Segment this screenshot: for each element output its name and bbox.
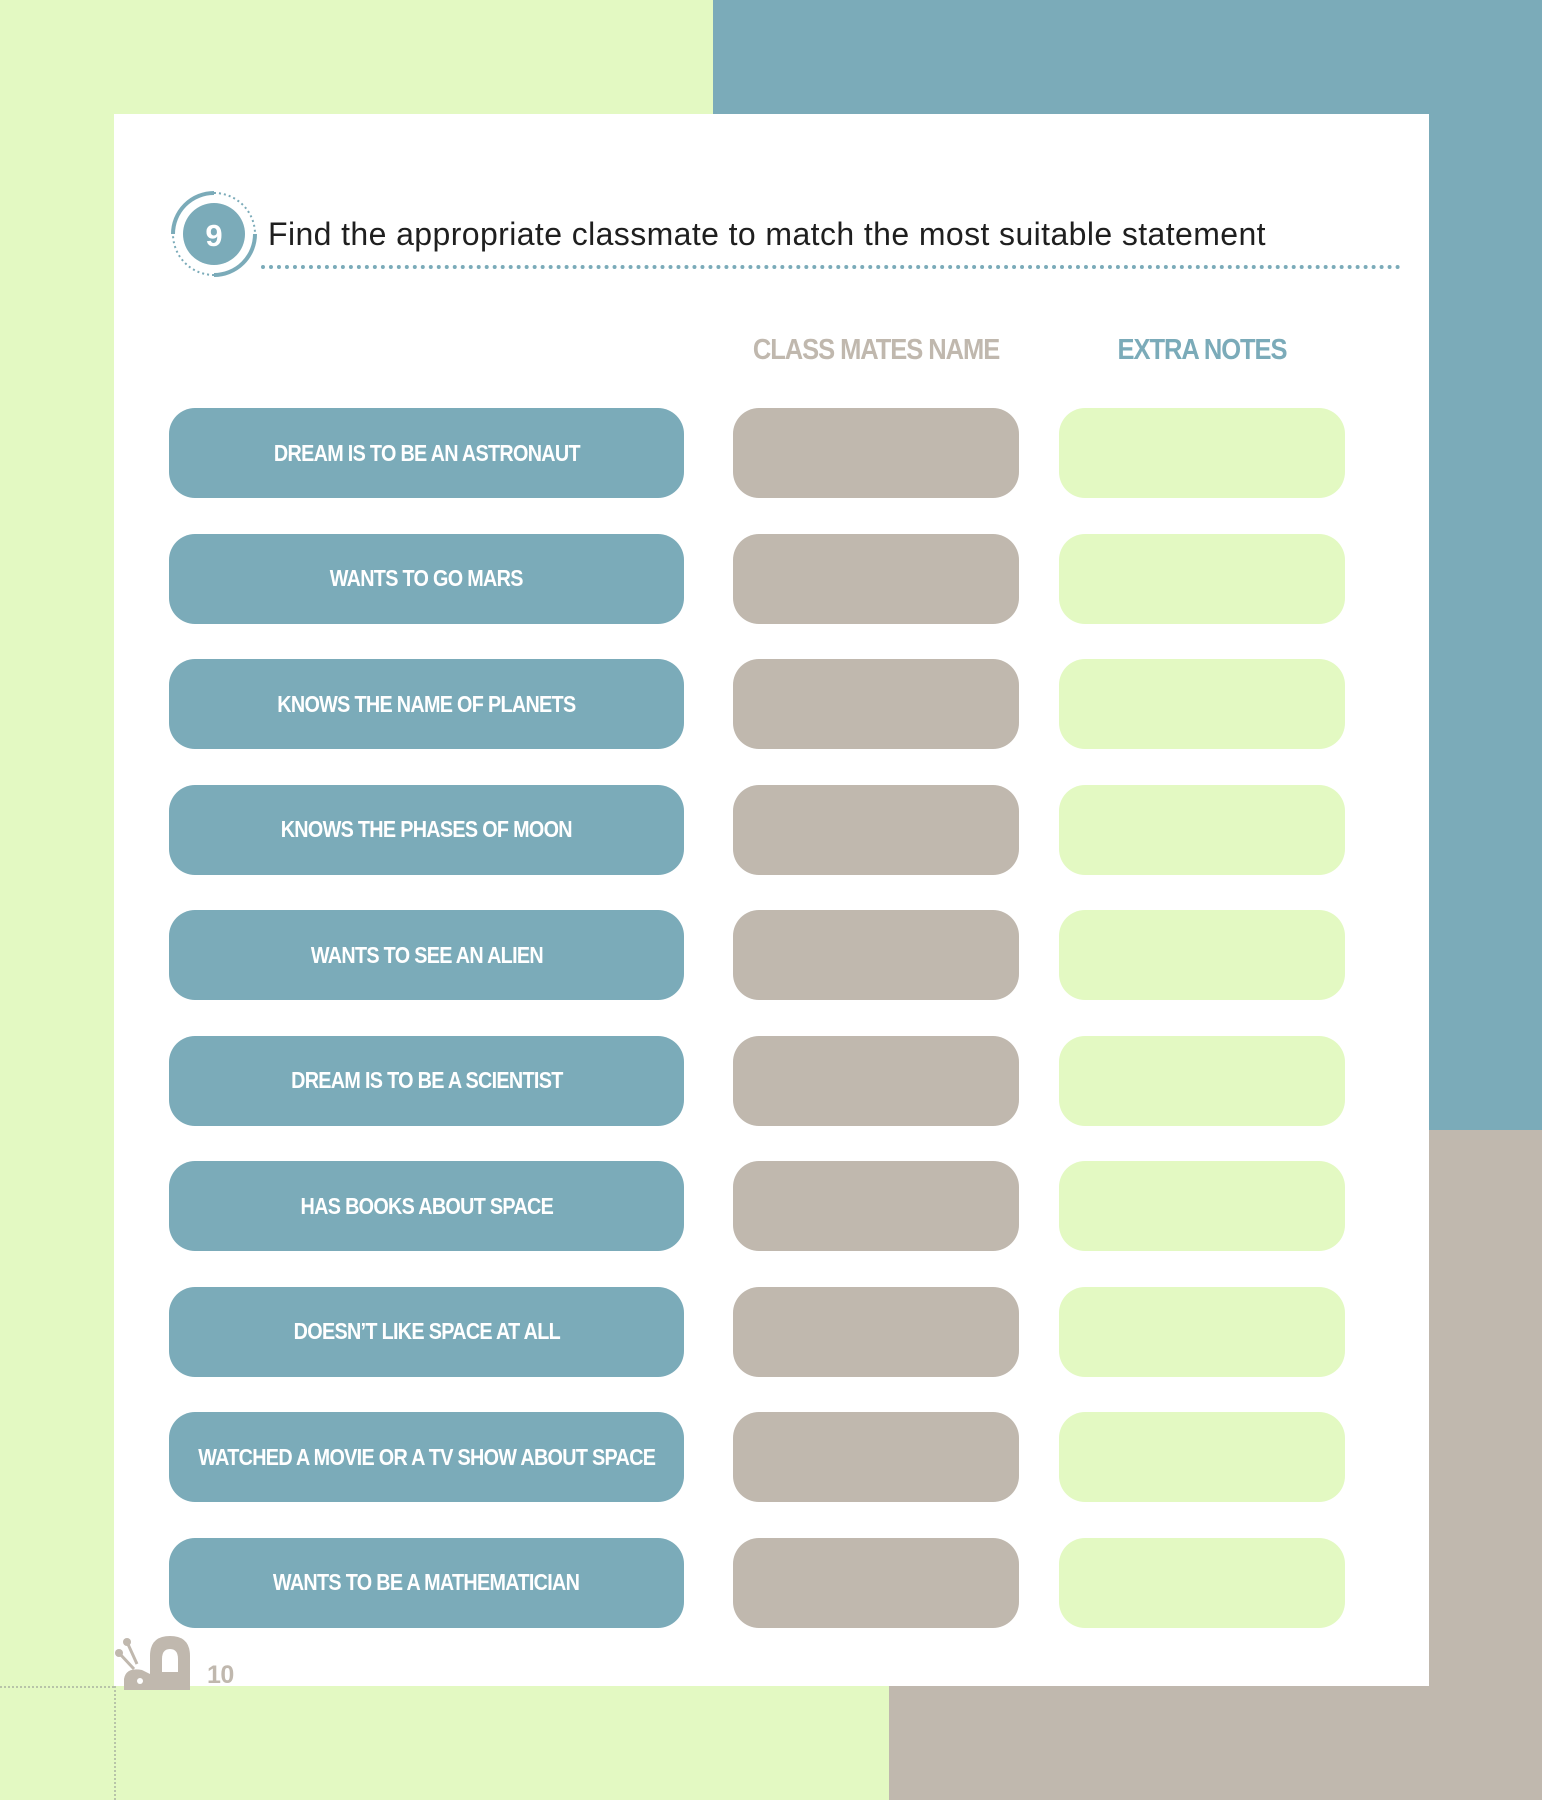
statement-label: KNOWS THE PHASES OF MOON	[280, 816, 573, 842]
table-row: KNOWS THE NAME OF PLANETS	[169, 659, 1369, 749]
column-header-classmates-name: CLASS MATES NAME	[752, 334, 1000, 366]
table-row: WANTS TO SEE AN ALIEN	[169, 910, 1369, 1000]
extra-notes-field[interactable]	[1059, 533, 1345, 624]
statement-label: DREAM IS TO BE AN ASTRONAUT	[273, 439, 581, 466]
classmate-name-field[interactable]	[733, 1286, 1019, 1377]
classmate-name-field[interactable]	[733, 408, 1019, 498]
statement-box: WANTS TO SEE AN ALIEN	[169, 910, 684, 1000]
classmate-name-field[interactable]	[733, 533, 1019, 624]
page-number: 10	[207, 1661, 234, 1689]
exercise-header: 9 Find the appropriate classmate to matc…	[169, 189, 1419, 289]
statement-label: DOESN’T LIKE SPACE AT ALL	[293, 1318, 560, 1344]
extra-notes-field[interactable]	[1059, 1412, 1345, 1502]
statement-box: DREAM IS TO BE AN ASTRONAUT	[169, 408, 684, 498]
extra-notes-field[interactable]	[1059, 1035, 1345, 1126]
extra-notes-field[interactable]	[1059, 1537, 1345, 1628]
table-row: DREAM IS TO BE A SCIENTIST	[169, 1035, 1369, 1126]
title-dotted-rule	[261, 265, 1401, 269]
trim-mark-vertical	[114, 1686, 116, 1800]
statement-label: KNOWS THE NAME OF PLANETS	[277, 690, 576, 717]
table-row: DOESN’T LIKE SPACE AT ALL	[169, 1286, 1369, 1377]
extra-notes-field[interactable]	[1059, 784, 1345, 875]
statement-box: KNOWS THE NAME OF PLANETS	[169, 659, 684, 749]
background-green-strip	[0, 1686, 889, 1800]
number-badge-icon: 9	[171, 191, 257, 277]
classmate-name-field[interactable]	[733, 1035, 1019, 1126]
statement-label: HAS BOOKS ABOUT SPACE	[300, 1192, 553, 1219]
statement-box: DREAM IS TO BE A SCIENTIST	[169, 1035, 684, 1126]
statement-label: WANTS TO SEE AN ALIEN	[310, 941, 543, 968]
table-row: DREAM IS TO BE AN ASTRONAUT	[169, 408, 1369, 498]
table-row: HAS BOOKS ABOUT SPACE	[169, 1161, 1369, 1251]
statement-label: DREAM IS TO BE A SCIENTIST	[290, 1067, 563, 1093]
extra-notes-field[interactable]	[1059, 1161, 1345, 1251]
worksheet-card: 9 Find the appropriate classmate to matc…	[114, 114, 1429, 1686]
statement-table: DREAM IS TO BE AN ASTRONAUT WANTS TO GO M…	[169, 408, 1369, 1663]
table-row: WANTS TO GO MARS	[169, 533, 1369, 624]
extra-notes-field[interactable]	[1059, 408, 1345, 498]
statement-box: KNOWS THE PHASES OF MOON	[169, 784, 684, 875]
classmate-name-field[interactable]	[733, 1412, 1019, 1502]
statement-box: WATCHED A MOVIE OR A TV SHOW ABOUT SPACE	[169, 1412, 684, 1502]
statement-box: WANTS TO BE A MATHEMATICIAN	[169, 1537, 684, 1628]
column-header-extra-notes: EXTRA NOTES	[1117, 334, 1288, 366]
snail-icon	[115, 1636, 190, 1690]
table-row: WANTS TO BE A MATHEMATICIAN	[169, 1537, 1369, 1628]
statement-label: WANTS TO BE A MATHEMATICIAN	[273, 1569, 580, 1595]
classmate-name-field[interactable]	[733, 784, 1019, 875]
statement-box: DOESN’T LIKE SPACE AT ALL	[169, 1286, 684, 1377]
extra-notes-field[interactable]	[1059, 910, 1345, 1000]
table-row: WATCHED A MOVIE OR A TV SHOW ABOUT SPACE	[169, 1412, 1369, 1502]
statement-box: HAS BOOKS ABOUT SPACE	[169, 1161, 684, 1251]
classmate-name-field[interactable]	[733, 910, 1019, 1000]
extra-notes-field[interactable]	[1059, 1286, 1345, 1377]
table-row: KNOWS THE PHASES OF MOON	[169, 784, 1369, 875]
exercise-number: 9	[205, 218, 222, 253]
exercise-title: Find the appropriate classmate to match …	[268, 216, 1266, 252]
classmate-name-field[interactable]	[733, 659, 1019, 749]
statement-box: WANTS TO GO MARS	[169, 533, 684, 624]
statement-label: WANTS TO GO MARS	[329, 565, 524, 591]
classmate-name-field[interactable]	[733, 1161, 1019, 1251]
extra-notes-field[interactable]	[1059, 659, 1345, 749]
classmate-name-field[interactable]	[733, 1537, 1019, 1628]
statement-label: WATCHED A MOVIE OR A TV SHOW ABOUT SPACE	[197, 1443, 656, 1470]
trim-mark-horizontal	[0, 1686, 114, 1688]
background-taupe-strip	[889, 1686, 1542, 1800]
